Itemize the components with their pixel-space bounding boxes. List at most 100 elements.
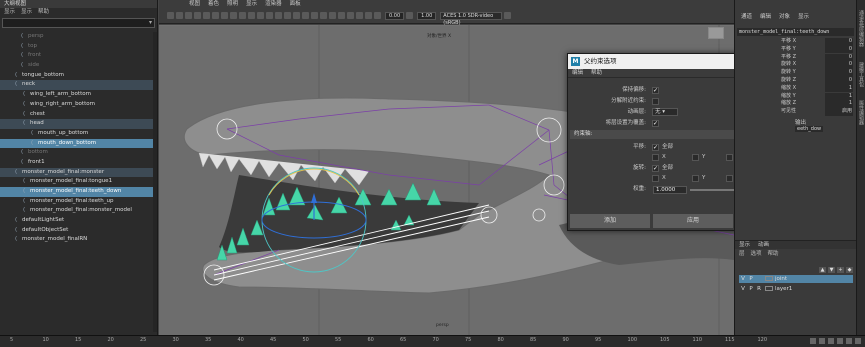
menu-shading[interactable]: 着色: [208, 0, 219, 9]
channel-value[interactable]: 1: [825, 84, 853, 93]
side-tab-modeling-toolkit[interactable]: 建模工具包: [858, 62, 865, 87]
bookmark-icon[interactable]: [185, 12, 192, 19]
channel-row[interactable]: 平移 Z 0: [781, 53, 855, 62]
play-forward-icon[interactable]: [837, 338, 843, 344]
layer-color-swatch[interactable]: [765, 276, 773, 281]
set-layer-checkbox[interactable]: ✓: [652, 120, 659, 127]
outliner-item[interactable]: ⟨ wing_left_arm_bottom: [0, 90, 157, 100]
outliner-item[interactable]: ⟨ mouth_up_bottom: [0, 129, 157, 139]
channel-row[interactable]: 缩放 X 1: [781, 84, 855, 93]
cb-menu-object[interactable]: 对象: [779, 8, 790, 24]
colorspace-select[interactable]: ACES 1.0 SDR-video (sRGB): [440, 11, 503, 26]
chevron-down-icon[interactable]: ▾: [149, 19, 152, 26]
exposure-field[interactable]: 0.00: [385, 11, 405, 20]
channel-value[interactable]: 0: [825, 77, 853, 85]
channel-value[interactable]: 0: [825, 53, 853, 62]
new-layer-selected-icon[interactable]: ◆: [846, 267, 853, 273]
new-layer-icon[interactable]: +: [837, 267, 844, 273]
view-transform-icon[interactable]: [504, 12, 512, 19]
outliner-item[interactable]: ⟨ mouth_down_bottom: [0, 138, 157, 149]
dialog-menu-edit[interactable]: 编辑: [572, 69, 583, 77]
menu-lighting[interactable]: 照明: [227, 0, 238, 9]
menu-show[interactable]: 显示: [246, 0, 257, 9]
outliner-item[interactable]: ⟨ defaultObjectSet: [0, 226, 157, 236]
tab-display-layers[interactable]: 显示: [739, 241, 750, 249]
channel-box-object-name[interactable]: monster_model_final:teeth_down: [737, 28, 854, 36]
layer-row[interactable]: V P Rlayer1: [739, 285, 853, 293]
outliner-item[interactable]: ⟨ monster_model_finalRN: [0, 235, 157, 245]
layer-toggle-p[interactable]: P: [747, 275, 755, 283]
channel-value[interactable]: 1: [825, 92, 853, 101]
wireframe-icon[interactable]: [257, 12, 264, 19]
textured-icon[interactable]: [284, 12, 291, 19]
outliner-item[interactable]: ⟨ monster_model_final:teeth_down: [0, 187, 157, 197]
translate-y-checkbox[interactable]: [692, 154, 699, 161]
channel-row[interactable]: 缩放 Z 1: [781, 100, 855, 108]
channel-row[interactable]: 平移 X 0: [781, 38, 855, 46]
channel-row[interactable]: 旋转 Y 0: [781, 69, 855, 77]
channel-value[interactable]: 0: [825, 38, 853, 46]
cb-menu-show[interactable]: 显示: [798, 8, 809, 24]
view-cube-icon[interactable]: [708, 27, 724, 39]
shadows-icon[interactable]: [302, 12, 309, 19]
output-item[interactable]: eeth_dow: [795, 126, 824, 132]
xray-components-icon[interactable]: [374, 12, 381, 19]
layer-menu-layers[interactable]: 层: [739, 249, 745, 258]
gamma-icon[interactable]: [406, 12, 414, 19]
tab-anim-layers[interactable]: 动画: [758, 241, 769, 249]
channel-value[interactable]: 0: [825, 45, 853, 54]
xray-icon[interactable]: [356, 12, 363, 19]
translate-x-checkbox[interactable]: [652, 154, 659, 161]
channel-row[interactable]: 旋转 Z 0: [781, 77, 855, 85]
outliner-item[interactable]: ⟨ head: [0, 119, 157, 129]
translate-z-checkbox[interactable]: [726, 154, 733, 161]
weight-input[interactable]: 1.0000: [653, 186, 687, 194]
cb-menu-channels[interactable]: 通道: [741, 8, 752, 24]
break-checkbox[interactable]: [652, 98, 659, 105]
outliner-item[interactable]: ⟨ bottom: [0, 148, 157, 158]
channel-value[interactable]: 0: [825, 69, 853, 77]
layer-menu-help[interactable]: 帮助: [768, 249, 779, 258]
layer-toggle-v[interactable]: V: [739, 285, 747, 293]
ambient-occlusion-icon[interactable]: [311, 12, 318, 19]
apply-button[interactable]: 应用: [653, 214, 733, 228]
outliner-item[interactable]: ⟨ top: [0, 42, 157, 52]
camera-icon[interactable]: [167, 12, 174, 19]
dialog-menu-help[interactable]: 帮助: [591, 69, 602, 77]
time-slider[interactable]: 5 10 15 20 25 30 35 40 45 50 55 60 65 70 75 80 85 90 95 100…: [0, 335, 865, 347]
outliner-item[interactable]: ⟨ monster_model_final:tongue1: [0, 177, 157, 187]
layer-toggle-v[interactable]: V: [739, 275, 747, 283]
outliner-item[interactable]: ⟨ defaultLightSet: [0, 216, 157, 226]
cb-menu-edit[interactable]: 编辑: [760, 8, 771, 24]
gamma-field[interactable]: 1.00: [417, 11, 437, 20]
lights-icon[interactable]: [293, 12, 300, 19]
layer-color-swatch[interactable]: [765, 286, 773, 291]
channel-row[interactable]: 旋转 X 0: [781, 61, 855, 69]
layer-toggle-p[interactable]: P: [747, 285, 755, 293]
menu-view[interactable]: 视图: [189, 0, 200, 9]
resolution-gate-icon[interactable]: [221, 12, 228, 19]
outliner-item[interactable]: ⟨ chest: [0, 110, 157, 120]
step-forward-icon[interactable]: [846, 338, 852, 344]
outliner-menu-help[interactable]: 帮助: [38, 8, 49, 17]
depth-of-field-icon[interactable]: [338, 12, 345, 19]
gate-mask-icon[interactable]: [230, 12, 237, 19]
camera-attr-icon[interactable]: [176, 12, 183, 19]
outliner-item[interactable]: ⟨ monster_model_final:monster_model: [0, 206, 157, 216]
safe-action-icon[interactable]: [248, 12, 255, 19]
menu-renderer[interactable]: 渲染器: [265, 0, 282, 9]
grid-icon[interactable]: [203, 12, 210, 19]
default-material-icon[interactable]: [275, 12, 282, 19]
channel-row[interactable]: 缩放 Y 1: [781, 92, 855, 101]
outliner-item[interactable]: ⟨ monster_model_final:teeth_up: [0, 197, 157, 207]
film-gate-icon[interactable]: [212, 12, 219, 19]
rotate-y-checkbox[interactable]: [692, 175, 699, 182]
outliner-item[interactable]: ⟨ wing_right_arm_bottom: [0, 100, 157, 110]
image-plane-icon[interactable]: [194, 12, 201, 19]
outliner-item[interactable]: ⟨ neck: [0, 80, 157, 91]
outliner-item[interactable]: ⟨ side: [0, 61, 157, 71]
smooth-shade-icon[interactable]: [266, 12, 273, 19]
layer-row[interactable]: V Pjoint: [739, 275, 853, 283]
layer-toggle-r[interactable]: R: [755, 285, 763, 293]
anim-layer-select[interactable]: 无 ▾: [652, 108, 678, 116]
